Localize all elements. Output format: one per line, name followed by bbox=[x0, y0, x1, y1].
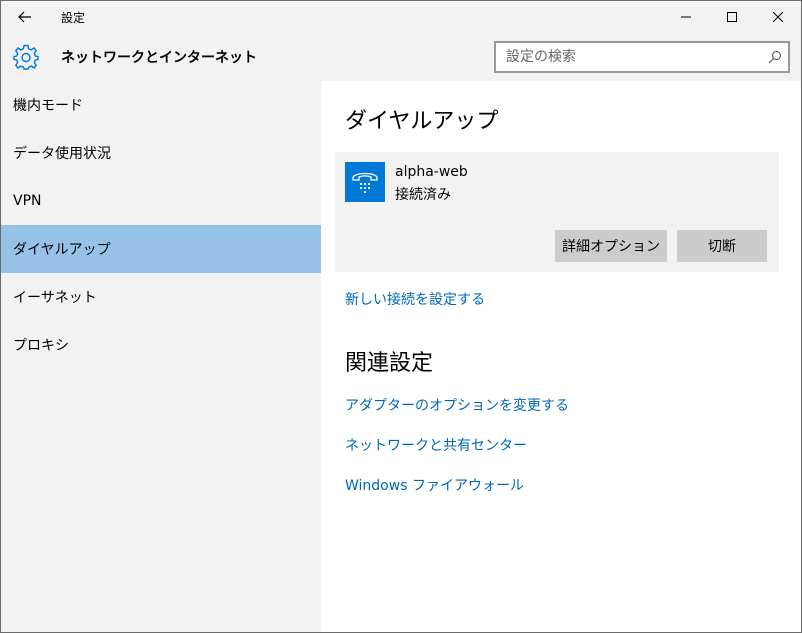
maximize-icon bbox=[727, 12, 737, 22]
back-button[interactable] bbox=[1, 1, 49, 33]
windows-firewall-link[interactable]: Windows ファイアウォール bbox=[345, 475, 524, 495]
section-title-dialup: ダイヤルアップ bbox=[345, 109, 499, 134]
page-title: ネットワークとインターネット bbox=[61, 50, 257, 66]
sidebar-item-label: プロキシ bbox=[13, 338, 69, 354]
sidebar-item-dialup[interactable]: ダイヤルアップ bbox=[1, 225, 321, 273]
sidebar-item-ethernet[interactable]: イーサネット bbox=[1, 273, 321, 321]
minimize-button[interactable] bbox=[663, 1, 709, 33]
sidebar-item-proxy[interactable]: プロキシ bbox=[1, 321, 321, 369]
settings-window: 設定 ネットワークとインターネット 設定の検索 機内モード データ使用状況 VP… bbox=[0, 0, 802, 633]
sidebar-item-label: ダイヤルアップ bbox=[13, 242, 111, 258]
close-button[interactable] bbox=[755, 1, 801, 33]
window-title: 設定 bbox=[61, 10, 86, 25]
dialup-phone-icon bbox=[345, 162, 385, 202]
network-sharing-center-link[interactable]: ネットワークと共有センター bbox=[345, 435, 527, 455]
advanced-options-button[interactable]: 詳細オプション bbox=[555, 230, 667, 262]
section-title-related: 関連設定 bbox=[345, 351, 434, 376]
sidebar-item-data-usage[interactable]: データ使用状況 bbox=[1, 129, 321, 177]
minimize-icon bbox=[681, 16, 691, 18]
page-header: ネットワークとインターネット bbox=[1, 33, 801, 81]
gear-icon bbox=[13, 44, 39, 70]
search-icon[interactable] bbox=[762, 43, 788, 71]
sidebar-item-label: VPN bbox=[13, 193, 42, 209]
adapter-options-link[interactable]: アダプターのオプションを変更する bbox=[345, 395, 569, 415]
new-connection-link[interactable]: 新しい接続を設定する bbox=[345, 289, 485, 309]
sidebar: 機内モード データ使用状況 VPN ダイヤルアップ イーサネット プロキシ bbox=[1, 81, 321, 632]
window-controls bbox=[663, 1, 801, 33]
connection-card[interactable]: alpha-web 接続済み 詳細オプション 切断 bbox=[335, 152, 779, 272]
close-icon bbox=[773, 12, 783, 22]
title-bar: 設定 bbox=[1, 1, 801, 33]
sidebar-item-label: 機内モード bbox=[13, 98, 83, 114]
connection-name: alpha-web bbox=[395, 164, 468, 180]
search-input[interactable] bbox=[496, 43, 762, 71]
sidebar-item-label: イーサネット bbox=[13, 290, 97, 306]
connection-status: 接続済み bbox=[395, 187, 451, 203]
main-content: ダイヤルアップ alpha-web 接続済み 詳細オプション 切断 新しい接続を… bbox=[321, 81, 801, 632]
sidebar-item-vpn[interactable]: VPN bbox=[1, 177, 321, 225]
search-box[interactable] bbox=[494, 41, 790, 73]
sidebar-item-airplane-mode[interactable]: 機内モード bbox=[1, 81, 321, 129]
sidebar-item-label: データ使用状況 bbox=[13, 146, 111, 162]
maximize-button[interactable] bbox=[709, 1, 755, 33]
back-arrow-icon bbox=[18, 11, 31, 23]
disconnect-button[interactable]: 切断 bbox=[677, 230, 767, 262]
